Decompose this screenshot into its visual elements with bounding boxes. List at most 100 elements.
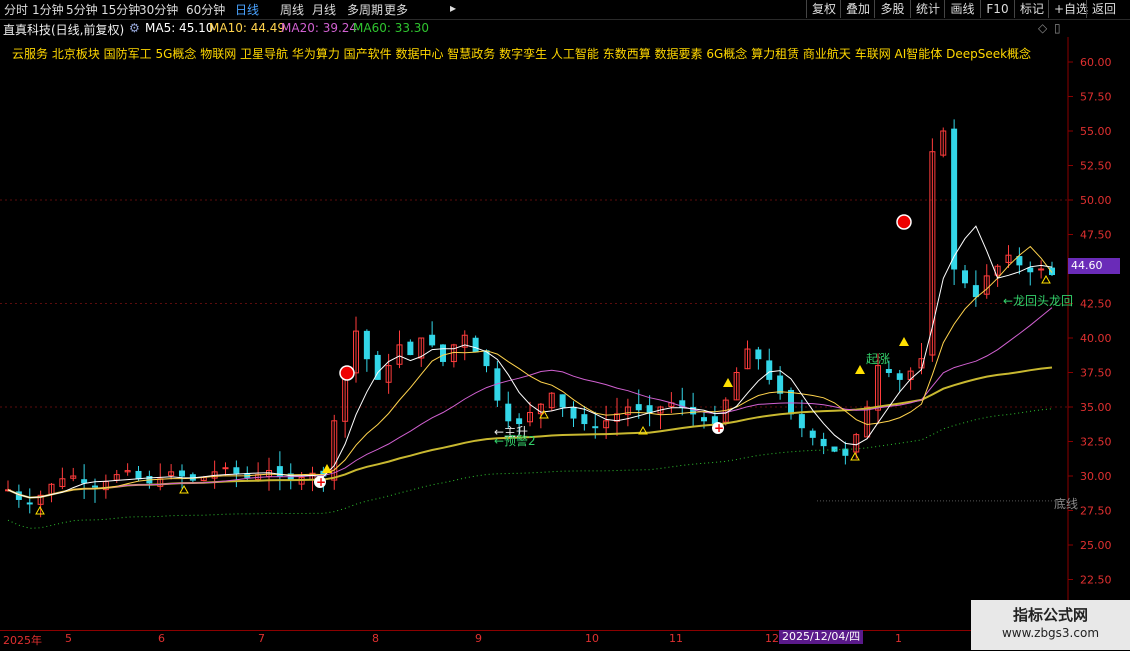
watermark-title: 指标公式网 — [1012, 606, 1088, 624]
candle-body-39 — [429, 334, 436, 346]
x-tick-label-2: 6 — [158, 632, 165, 645]
ma10-value: MA10: 44.49 — [209, 21, 286, 35]
period-toolbar: 分时 1分钟 5分钟 15分钟 30分钟 60分钟 日线 周线 月线 多周期 更多 ▸ 复权 叠加 多股 统计… — [0, 0, 1130, 20]
period-tab-8[interactable]: 月线 — [312, 1, 336, 18]
candle-body-20 — [222, 467, 229, 470]
hollow-triangle-4 — [850, 451, 860, 461]
buy-triangle-3 — [899, 337, 909, 346]
toolbar-button-8[interactable]: 返回 — [1086, 0, 1120, 18]
toolbar-button-4[interactable]: 画线 — [944, 0, 980, 18]
more-arrow-icon[interactable]: ▸ — [450, 1, 456, 15]
candle-body-82 — [896, 373, 903, 380]
title-row: 直真科技(日线,前复权) ⚙ MA5: 45.10 MA10: 44.49 MA… — [0, 20, 1068, 37]
y-tick-label-7: 40.00 — [1080, 332, 1112, 345]
candle-body-75 — [820, 438, 827, 447]
toolbar-button-1[interactable]: 叠加 — [840, 0, 874, 18]
x-tick-label-5: 9 — [475, 632, 482, 645]
alert-marker-0 — [339, 365, 355, 381]
y-tick-label-15: 60.00 — [1080, 56, 1112, 69]
candle-body-8 — [92, 485, 98, 488]
toolbar-button-0[interactable]: 复权 — [806, 0, 840, 18]
ma5-value: MA5: 45.10 — [145, 21, 214, 35]
ma-long-line — [7, 408, 1053, 529]
watermark-url: www.zbgs3.com — [1001, 626, 1100, 640]
right-info-strip — [1120, 20, 1130, 630]
candle-body-12 — [135, 470, 142, 480]
candle-body-43 — [472, 337, 479, 353]
candle-body-64 — [701, 417, 707, 422]
toolbar-button-5[interactable]: F10 — [980, 0, 1014, 18]
ma60-value: MA60: 33.30 — [353, 21, 430, 35]
y-tick-label-5: 35.00 — [1080, 401, 1112, 414]
x-tick-label-0: 2025年 — [3, 634, 42, 647]
period-tab-4[interactable]: 30分钟 — [139, 1, 178, 18]
cursor-date: 2025/12/04/四 — [779, 630, 864, 644]
candle-body-53 — [581, 414, 588, 425]
y-tick-label-2: 27.50 — [1080, 505, 1112, 518]
buy-triangle-1 — [723, 378, 733, 387]
y-tick-label-4: 32.50 — [1080, 436, 1112, 449]
x-tick-label-7: 11 — [669, 632, 683, 645]
candle-body-54 — [592, 426, 599, 429]
buy-triangle-2 — [855, 365, 865, 374]
toolbar-button-6[interactable]: 标记 — [1014, 0, 1048, 18]
candle-body-71 — [777, 375, 784, 394]
period-tab-6[interactable]: 日线 — [235, 1, 259, 18]
current-price-tag: 44.60 — [1068, 258, 1120, 274]
candle-body-40 — [440, 344, 446, 362]
toolbar-button-7[interactable]: +自选 — [1048, 0, 1088, 18]
window-icon[interactable]: ▯ — [1054, 21, 1061, 35]
period-tab-0[interactable]: 分时 — [4, 1, 28, 18]
y-tick-label-1: 25.00 — [1080, 539, 1112, 552]
x-tick-label-1: 5 — [65, 632, 72, 645]
x-axis: 2025年 5 6 7 8 9 10 11 12 1 — [0, 630, 1130, 651]
candle-body-2 — [26, 502, 33, 505]
candle-body-7 — [81, 479, 88, 484]
settings-icon[interactable]: ⚙ — [129, 21, 140, 35]
candle-body-73 — [798, 414, 805, 429]
candle-body-69 — [755, 349, 762, 360]
period-tab-3[interactable]: 15分钟 — [101, 1, 140, 18]
hollow-triangle-0 — [35, 505, 45, 515]
candle-body-93 — [1016, 256, 1023, 266]
candle-body-88 — [962, 270, 968, 284]
y-tick-label-11: 50.00 — [1080, 194, 1112, 207]
candle-body-37 — [407, 341, 414, 356]
period-tab-9[interactable]: 多周期 — [347, 1, 383, 18]
y-tick-label-6: 37.50 — [1080, 367, 1112, 380]
candle-body-46 — [505, 403, 512, 422]
candle-body-52 — [570, 407, 577, 419]
ma20-value: MA20: 39.24 — [281, 21, 358, 35]
ma10-line — [7, 245, 1053, 499]
diamond-icon[interactable]: ◇ — [1038, 21, 1047, 35]
annotation-rise: 起涨 — [866, 352, 891, 366]
candle-body-94 — [1027, 267, 1034, 273]
candle-body-51 — [559, 394, 566, 408]
candle-body-72 — [788, 389, 794, 415]
period-tab-10[interactable]: 更多 — [384, 1, 408, 18]
hollow-triangle-1 — [179, 484, 189, 494]
candlestick-chart[interactable]: 22.50 25.00 27.50 30.00 32.50 35.00 37.50 40.00… — [0, 37, 1130, 630]
period-tab-2[interactable]: 5分钟 — [66, 1, 98, 18]
annotation-dragon: ←龙回头龙回 — [1003, 294, 1074, 308]
x-tick-label-6: 10 — [585, 632, 599, 645]
period-tab-7[interactable]: 周线 — [280, 1, 304, 18]
x-tick-label-4: 8 — [372, 632, 379, 645]
watermark: 指标公式网 www.zbgs3.com — [971, 600, 1130, 650]
period-tab-1[interactable]: 1分钟 — [32, 1, 64, 18]
hollow-triangle-5 — [1041, 274, 1051, 284]
candle-body-21 — [233, 467, 240, 474]
ma5-line — [7, 225, 1053, 499]
candle-body-89 — [972, 285, 979, 298]
toolbar-button-3[interactable]: 统计 — [910, 0, 944, 18]
stock-title: 直真科技(日线,前复权) — [3, 23, 125, 37]
candle-body-77 — [842, 448, 849, 456]
y-tick-label-12: 52.50 — [1080, 160, 1112, 173]
period-tab-5[interactable]: 60分钟 — [186, 1, 225, 18]
y-tick-label-3: 30.00 — [1080, 470, 1112, 483]
candle-body-76 — [831, 446, 838, 452]
toolbar-button-2[interactable]: 多股 — [874, 0, 910, 18]
candle-body-33 — [363, 330, 370, 360]
candle-body-96 — [1049, 267, 1055, 276]
x-tick-label-8: 12 — [765, 632, 779, 645]
